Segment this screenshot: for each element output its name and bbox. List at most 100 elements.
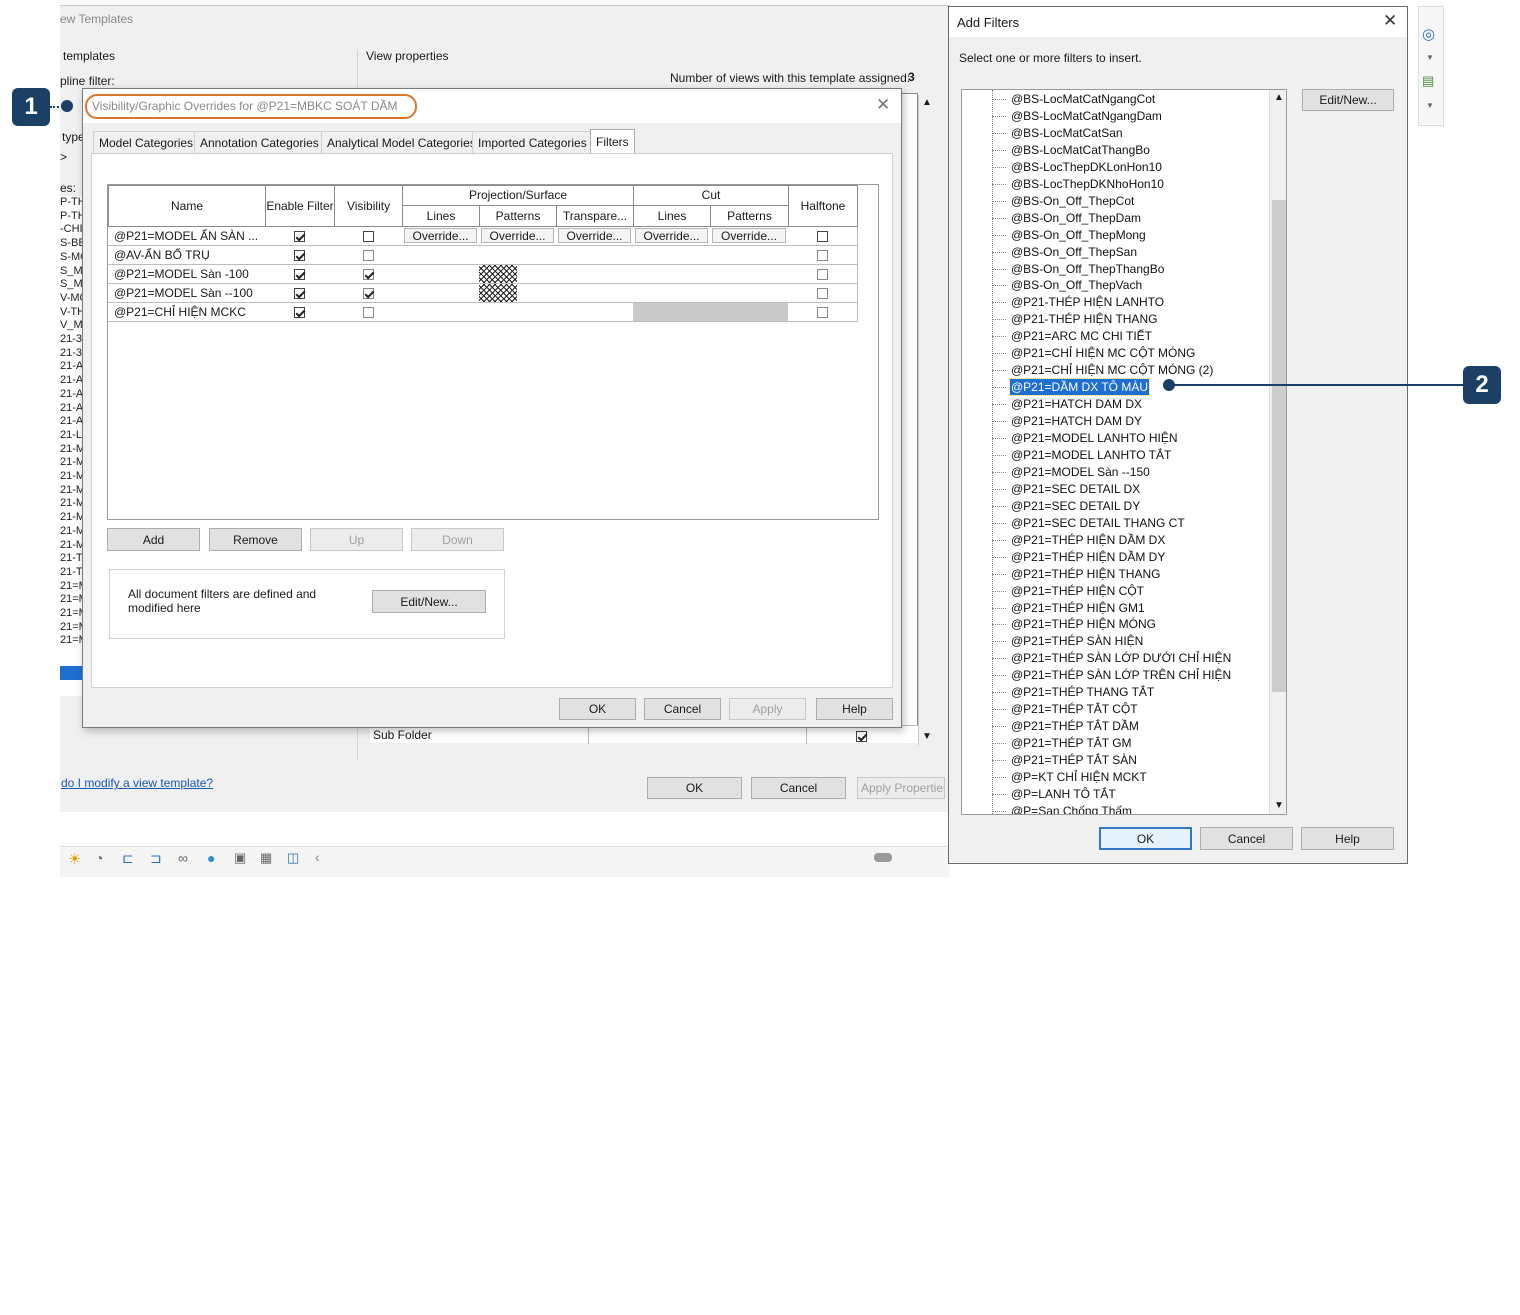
filter-row-name[interactable]: @P21=MODEL Sàn --100	[108, 284, 266, 303]
apply-properties-button[interactable]: Apply Properties	[857, 777, 945, 799]
template-list-item[interactable]: 21-A	[60, 374, 84, 386]
filter-item[interactable]: @BS-On_Off_ThepDam	[1010, 210, 1142, 226]
template-list-item[interactable]: 21-L	[60, 429, 84, 441]
scroll-down-icon[interactable]: ▼	[922, 731, 932, 742]
ht-checkbox[interactable]	[817, 268, 828, 280]
ht-checkbox[interactable]	[817, 306, 828, 318]
header-proj-lines[interactable]: Lines	[402, 205, 480, 227]
filter-item-selected[interactable]: @P21=DẦM DX TÔ MÀU	[1009, 378, 1150, 397]
tab-analytical-model-categories[interactable]: Analytical Model Categories	[321, 131, 482, 153]
filter-item[interactable]: @P21-THÉP HIỆN THANG	[1010, 311, 1158, 327]
filter-item[interactable]: @BS-LocMatCatNgangCot	[1010, 91, 1156, 107]
filter-item[interactable]: @P21=CHỈ HIỆN MC CỘT MÓNG	[1010, 345, 1196, 361]
visible-checkbox[interactable]	[362, 268, 374, 280]
visibility-cell[interactable]	[334, 227, 403, 246]
af-cancel-button[interactable]: Cancel	[1200, 827, 1293, 850]
template-list-item[interactable]: V-MO	[60, 292, 84, 304]
view-cube-icon[interactable]: ▤	[1422, 73, 1434, 89]
filter-item[interactable]: @P21=MODEL Sàn --150	[1010, 464, 1151, 480]
vg-apply-button[interactable]: Apply	[729, 698, 806, 720]
filter-item[interactable]: @BS-LocMatCatThangBo	[1010, 142, 1151, 158]
halftone-cell[interactable]	[788, 284, 858, 303]
tab-annotation-categories[interactable]: Annotation Categories	[194, 131, 325, 153]
template-list-item[interactable]: 21=M	[60, 580, 84, 592]
af-scrollbar[interactable]: ▲ ▼	[1269, 90, 1286, 814]
override-button[interactable]: Override...	[481, 228, 554, 243]
filter-item[interactable]: @P21=THÉP HIỆN GM1	[1010, 600, 1146, 616]
enable-checkbox[interactable]	[294, 249, 305, 261]
override-cell[interactable]: Override...	[556, 227, 634, 246]
filter-item[interactable]: @P21=MODEL LANHTO TẮT	[1010, 447, 1172, 463]
filter-item[interactable]: @BS-On_Off_ThepThangBo	[1010, 261, 1165, 277]
template-list-item[interactable]: 21-M	[60, 456, 84, 468]
zoom-icon[interactable]: ◎	[1422, 25, 1435, 43]
filter-item[interactable]: @P21=HATCH DAM DX	[1010, 396, 1143, 412]
scroll-up-icon[interactable]: ▲	[922, 97, 932, 108]
template-list-item[interactable]: S_MO	[60, 278, 84, 290]
bg-cancel-button[interactable]: Cancel	[751, 777, 846, 799]
template-list-item[interactable]: 21-M	[60, 511, 84, 523]
filter-item[interactable]: @BS-LocMatCatSan	[1010, 125, 1124, 141]
temporary-hide-icon[interactable]: ▦	[260, 850, 272, 866]
override-cell[interactable]	[556, 303, 634, 322]
template-list-item[interactable]: 21-T	[60, 552, 84, 564]
bg-ok-button[interactable]: OK	[647, 777, 742, 799]
template-list-item[interactable]: -CHI	[60, 223, 84, 235]
visibility-cell[interactable]	[334, 284, 403, 303]
filter-item[interactable]: @P21=THÉP TẮT DẦM	[1010, 718, 1140, 734]
template-list[interactable]: P-THP-TH-CHIS-BES-MOS_MES_MOV-MOV-THV_ME…	[60, 196, 84, 696]
enable-checkbox[interactable]	[294, 230, 305, 242]
override-cell[interactable]: Override...	[479, 227, 557, 246]
filter-item[interactable]: @P=KT CHỈ HIỆN MCKT	[1010, 769, 1148, 785]
header-cut-patterns[interactable]: Patterns	[710, 205, 789, 227]
template-list-item[interactable]: 21=M	[60, 621, 84, 633]
filter-item[interactable]: @P21=MODEL LANHTO HIỆN	[1010, 430, 1179, 446]
filter-item[interactable]: @P21=THÉP THANG TẮT	[1010, 684, 1155, 700]
visibility-cell[interactable]	[334, 265, 403, 284]
override-cell[interactable]	[402, 303, 480, 322]
override-cell[interactable]: Override...	[710, 227, 789, 246]
add-filter-button[interactable]: Add	[107, 528, 200, 551]
visibility-cell[interactable]	[334, 246, 403, 265]
crop-region-icon[interactable]: ⊐	[150, 850, 162, 867]
vg-close-icon[interactable]: ✕	[876, 95, 890, 115]
override-cell[interactable]	[556, 246, 634, 265]
override-button[interactable]: Override...	[558, 228, 631, 243]
filter-item[interactable]: @P21=SEC DETAIL DY	[1010, 498, 1141, 514]
override-cell[interactable]	[710, 265, 789, 284]
filter-item[interactable]: @BS-On_Off_ThepVach	[1010, 277, 1143, 293]
shadow-icon[interactable]: ◔	[95, 850, 103, 866]
filter-item[interactable]: @P21=HATCH DAM DY	[1010, 413, 1143, 429]
override-button[interactable]: Override...	[635, 228, 708, 243]
glasses-icon[interactable]: ∞	[178, 850, 188, 866]
ht-checkbox[interactable]	[817, 287, 828, 299]
crop-icon[interactable]: ⊏	[122, 850, 134, 867]
visible-checkbox[interactable]	[362, 287, 374, 299]
tab-model-categories[interactable]: Model Categories	[93, 131, 200, 153]
expand-arrow[interactable]: >	[60, 150, 67, 164]
ht-checkbox[interactable]	[817, 230, 828, 242]
template-list-item[interactable]: 21=M	[60, 607, 84, 619]
filter-tree-list[interactable]: @BS-LocMatCatNgangCot @BS-LocMatCatNgangD…	[961, 89, 1287, 815]
af-scroll-thumb[interactable]	[1272, 200, 1286, 692]
filter-item[interactable]: @P=San Chống Thấm	[1010, 803, 1133, 814]
af-edit-new-button[interactable]: Edit/New...	[1302, 89, 1394, 111]
visibility-cell[interactable]	[334, 303, 403, 322]
filter-item[interactable]: @P21=THÉP HIỆN THANG	[1010, 566, 1161, 582]
header-halftone[interactable]: Halftone	[788, 185, 858, 227]
header-cut-lines[interactable]: Lines	[633, 205, 711, 227]
chevron-down-icon[interactable]: ▼	[1426, 53, 1434, 62]
filter-item[interactable]: @BS-On_Off_ThepMong	[1010, 227, 1147, 243]
override-cell[interactable]	[633, 246, 711, 265]
override-cell[interactable]	[479, 265, 557, 284]
header-transparency[interactable]: Transpare...	[556, 205, 634, 227]
filter-item[interactable]: @P21=SEC DETAIL THANG CT	[1010, 515, 1186, 531]
halftone-cell[interactable]	[788, 265, 858, 284]
override-button[interactable]: Override...	[712, 228, 786, 243]
template-list-item[interactable]: 21-M	[60, 470, 84, 482]
chevron-down-icon-2[interactable]: ▼	[1426, 101, 1434, 110]
filter-item[interactable]: @BS-LocThepDKNhoHon10	[1010, 176, 1165, 192]
template-list-item[interactable]: P-TH	[60, 196, 84, 208]
filter-row-name[interactable]: @AV-ẨN BỔ TRỤ	[108, 246, 266, 265]
af-help-button[interactable]: Help	[1301, 827, 1394, 850]
